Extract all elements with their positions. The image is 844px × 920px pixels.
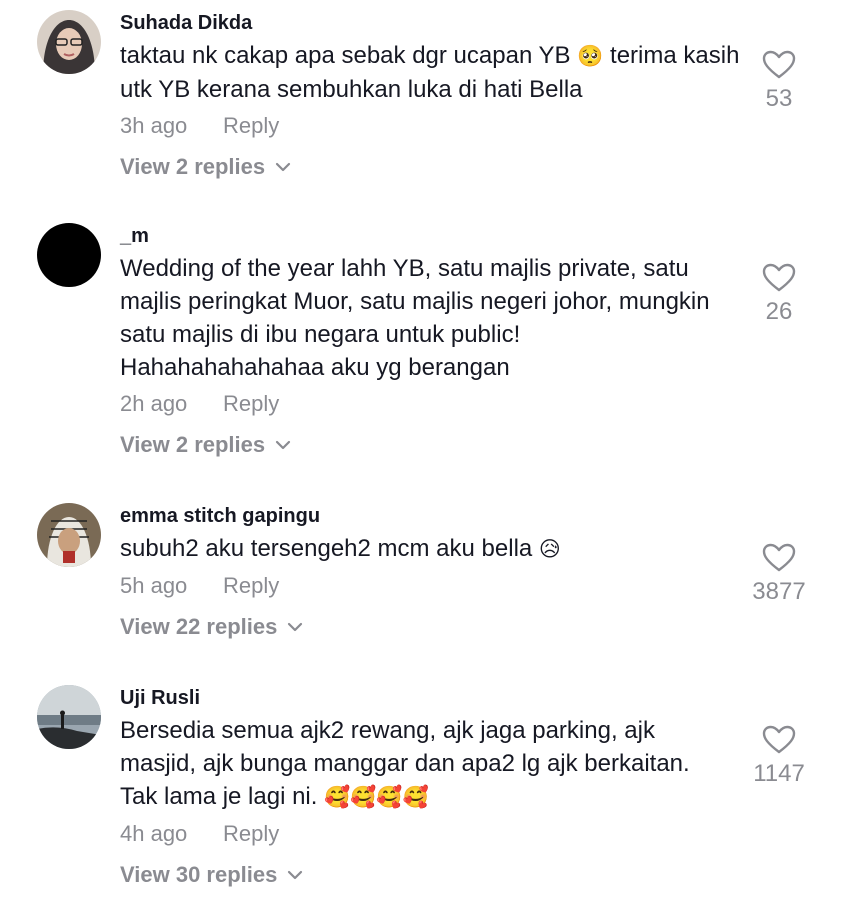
like-control: 53 bbox=[714, 50, 844, 114]
avatar[interactable] bbox=[37, 503, 101, 567]
avatar[interactable] bbox=[37, 10, 101, 74]
chevron-down-icon bbox=[276, 440, 291, 450]
view-replies-button[interactable]: View 2 replies bbox=[120, 431, 291, 459]
heart-icon[interactable] bbox=[762, 50, 796, 80]
heart-icon[interactable] bbox=[762, 543, 796, 573]
comment-username[interactable]: _m bbox=[120, 223, 740, 249]
pleading-face-emoji: 🥺 bbox=[577, 44, 604, 68]
comment-text: Bersedia semua ajk2 rewang, ajk jaga par… bbox=[120, 714, 720, 814]
smiling-face-with-hearts-emoji: 🥰🥰🥰🥰 bbox=[324, 785, 429, 809]
view-replies-label: View 2 replies bbox=[120, 154, 266, 179]
like-control: 1147 bbox=[714, 725, 844, 789]
chevron-down-icon bbox=[288, 622, 303, 632]
comment-text: taktau nk cakap apa sebak dgr ucapan YB … bbox=[120, 39, 740, 106]
comment-timestamp: 4h ago bbox=[120, 821, 188, 846]
chevron-down-icon bbox=[288, 870, 303, 880]
comment-timestamp: 2h ago bbox=[120, 391, 188, 416]
user-avatar-image bbox=[37, 10, 101, 74]
reply-button[interactable]: Reply bbox=[223, 112, 279, 140]
view-replies-label: View 30 replies bbox=[120, 862, 278, 887]
avatar[interactable] bbox=[37, 685, 101, 749]
comment-username[interactable]: emma stitch gapingu bbox=[120, 503, 740, 529]
like-control: 3877 bbox=[714, 543, 844, 607]
user-avatar-image bbox=[37, 503, 101, 567]
like-count: 26 bbox=[765, 298, 793, 325]
view-replies-button[interactable]: View 22 replies bbox=[120, 613, 303, 641]
comment-meta: 2h ago Reply bbox=[120, 390, 740, 418]
comment-meta: 4h ago Reply bbox=[120, 820, 740, 848]
reply-button[interactable]: Reply bbox=[223, 390, 279, 418]
chevron-down-icon bbox=[276, 162, 291, 172]
heart-icon[interactable] bbox=[762, 263, 796, 293]
comment-meta: 3h ago Reply bbox=[120, 112, 740, 140]
comment-text: subuh2 aku tersengeh2 mcm aku bella 😥 bbox=[120, 532, 740, 566]
like-count: 53 bbox=[765, 85, 793, 112]
comment-text: Wedding of the year lahh YB, satu majlis… bbox=[120, 255, 710, 381]
comment-username[interactable]: Suhada Dikda bbox=[120, 10, 740, 36]
comment-username[interactable]: Uji Rusli bbox=[120, 685, 740, 711]
view-replies-button[interactable]: View 2 replies bbox=[120, 153, 291, 181]
like-control: 26 bbox=[714, 263, 844, 327]
view-replies-label: View 22 replies bbox=[120, 614, 278, 639]
like-count: 1147 bbox=[753, 760, 805, 787]
comment-text-part: subuh2 aku tersengeh2 mcm aku bella bbox=[120, 535, 539, 562]
comment-timestamp: 5h ago bbox=[120, 573, 188, 598]
comment-timestamp: 3h ago bbox=[120, 113, 188, 138]
heart-icon[interactable] bbox=[762, 725, 796, 755]
view-replies-button[interactable]: View 30 replies bbox=[120, 861, 303, 889]
comment-text-part: taktau nk cakap apa sebak dgr ucapan YB bbox=[120, 42, 578, 69]
reply-button[interactable]: Reply bbox=[223, 820, 279, 848]
user-avatar-image bbox=[37, 685, 101, 749]
user-avatar-image bbox=[37, 223, 101, 287]
sad-relieved-face-emoji: 😥 bbox=[538, 537, 561, 561]
view-replies-label: View 2 replies bbox=[120, 432, 266, 457]
reply-button[interactable]: Reply bbox=[223, 572, 279, 600]
comment-meta: 5h ago Reply bbox=[120, 572, 740, 600]
like-count: 3877 bbox=[752, 578, 806, 605]
avatar[interactable] bbox=[37, 223, 101, 287]
